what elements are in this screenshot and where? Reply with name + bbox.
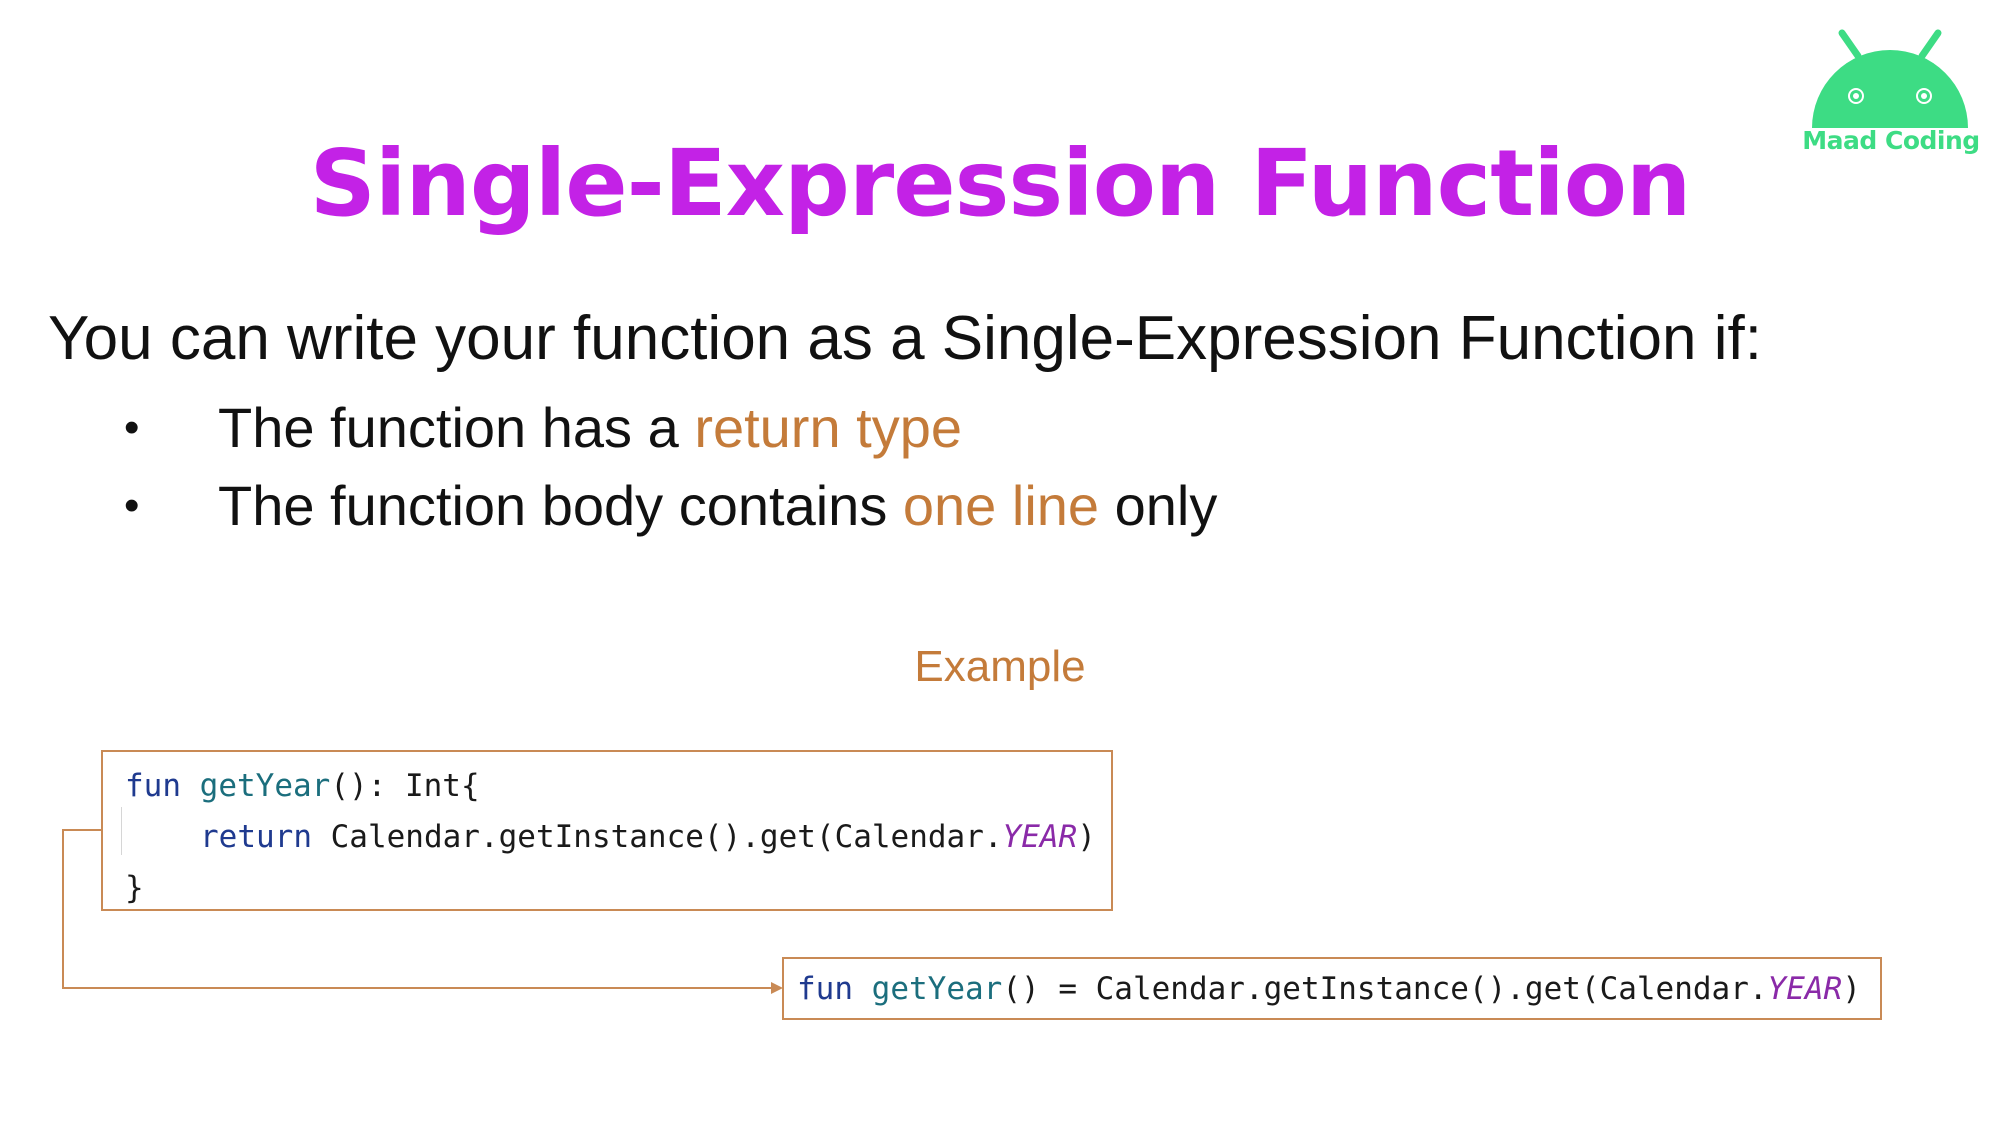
bullet-text: The function has a return type bbox=[218, 400, 962, 456]
example-label: Example bbox=[914, 642, 1086, 691]
function-name: getYear bbox=[871, 971, 1003, 1007]
bullet-text-before: The function has a bbox=[218, 396, 695, 459]
code-text-end: ) bbox=[1842, 971, 1861, 1007]
bullet-highlight: return type bbox=[694, 396, 963, 459]
code-line-single: fun getYear() = Calendar.getInstance().g… bbox=[797, 974, 1861, 1005]
indent-guide bbox=[121, 807, 122, 855]
code-block-single-expression: fun getYear() = Calendar.getInstance().g… bbox=[782, 957, 1882, 1020]
code-block-function: fun getYear(): Int{ return Calendar.getI… bbox=[101, 750, 1113, 911]
bullet-text-before: The function body contains bbox=[218, 474, 903, 537]
keyword: return bbox=[200, 819, 312, 855]
code-line-2: return Calendar.getInstance().get(Calend… bbox=[200, 822, 1096, 853]
function-name: getYear bbox=[199, 768, 331, 804]
keyword: fun bbox=[797, 971, 853, 1007]
intro-text: You can write your function as a Single-… bbox=[48, 304, 1762, 373]
logo-text: Maad Coding bbox=[1802, 126, 1980, 155]
bullet-dot: • bbox=[124, 481, 140, 530]
code-line-3: } bbox=[125, 870, 144, 906]
code-text: Calendar.getInstance().get(Calendar. bbox=[311, 819, 1003, 855]
code-text: (): Int{ bbox=[330, 768, 480, 804]
code-text: () = Calendar.getInstance().get(Calendar… bbox=[1002, 971, 1768, 1007]
bullet-text-after: only bbox=[1099, 474, 1218, 537]
bullet-highlight: one line bbox=[902, 474, 1100, 537]
code-text-end: ) bbox=[1077, 819, 1096, 855]
constant: YEAR bbox=[1002, 819, 1078, 855]
bullet-dot: • bbox=[124, 403, 140, 452]
slide-title: Single-Expression Function bbox=[309, 130, 1692, 237]
code-line-1: fun getYear(): Int{ bbox=[125, 771, 480, 802]
constant: YEAR bbox=[1767, 971, 1843, 1007]
bullet-text: The function body contains one line only bbox=[218, 478, 1217, 534]
keyword: fun bbox=[125, 768, 181, 804]
